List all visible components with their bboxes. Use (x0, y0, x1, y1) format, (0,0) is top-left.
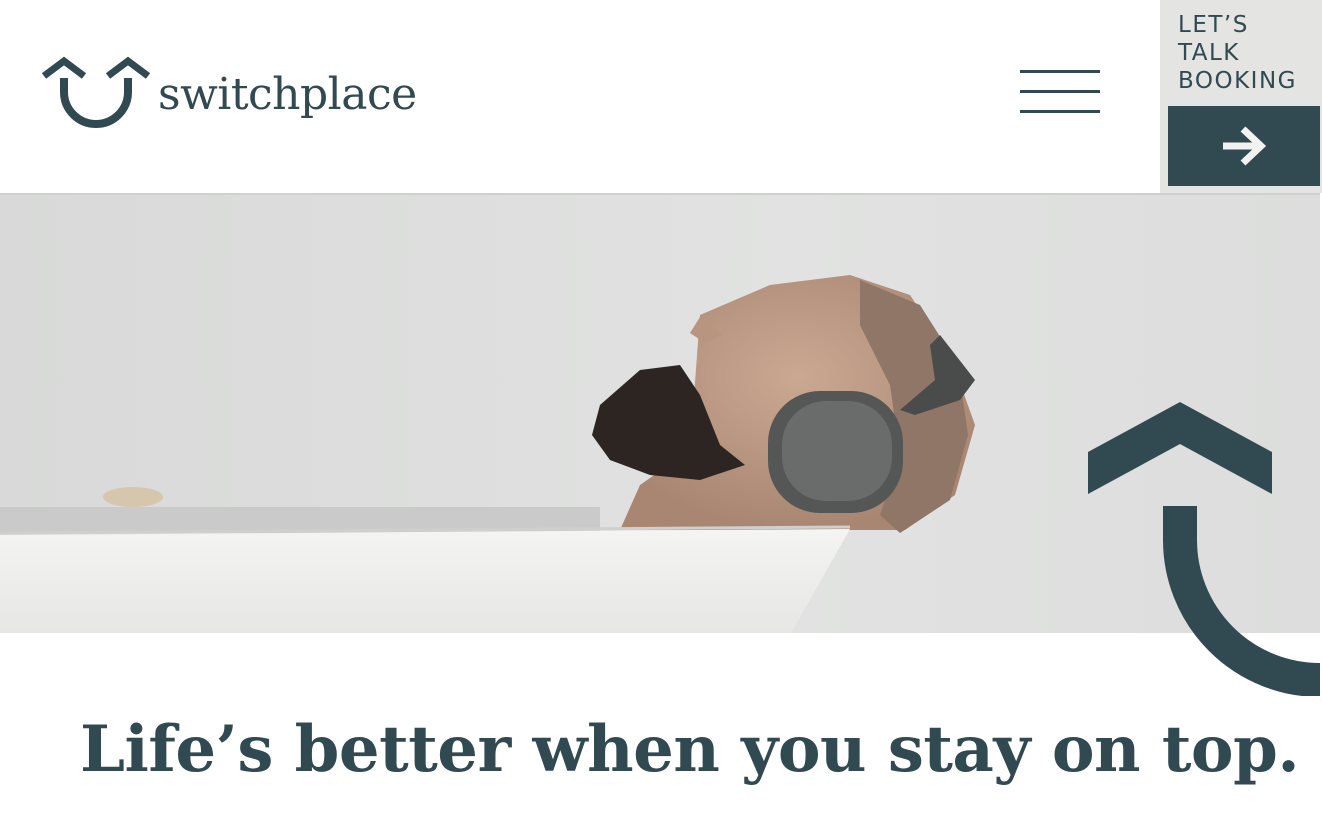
cta-line: TALK (1178, 40, 1240, 66)
arrow-right-icon (1223, 126, 1267, 166)
brand-name: switchplace (158, 68, 417, 120)
cta-label: LET’S TALK BOOKING (1178, 11, 1297, 95)
cta-arrow-box (1168, 106, 1320, 186)
site-header: switchplace LET’S TALK BOOKING (0, 0, 1322, 193)
smile-logo-icon (42, 56, 150, 128)
cta-line: BOOKING (1178, 68, 1297, 94)
menu-button[interactable] (1018, 66, 1102, 118)
lets-talk-booking-button[interactable]: LET’S TALK BOOKING (1160, 0, 1322, 193)
page-headline: Life’s better when you stay on top. (80, 712, 1300, 787)
cta-line: LET’S (1178, 12, 1249, 38)
brand-arrow-decoration-icon (1088, 402, 1321, 696)
brand-logo[interactable]: switchplace (42, 56, 417, 132)
